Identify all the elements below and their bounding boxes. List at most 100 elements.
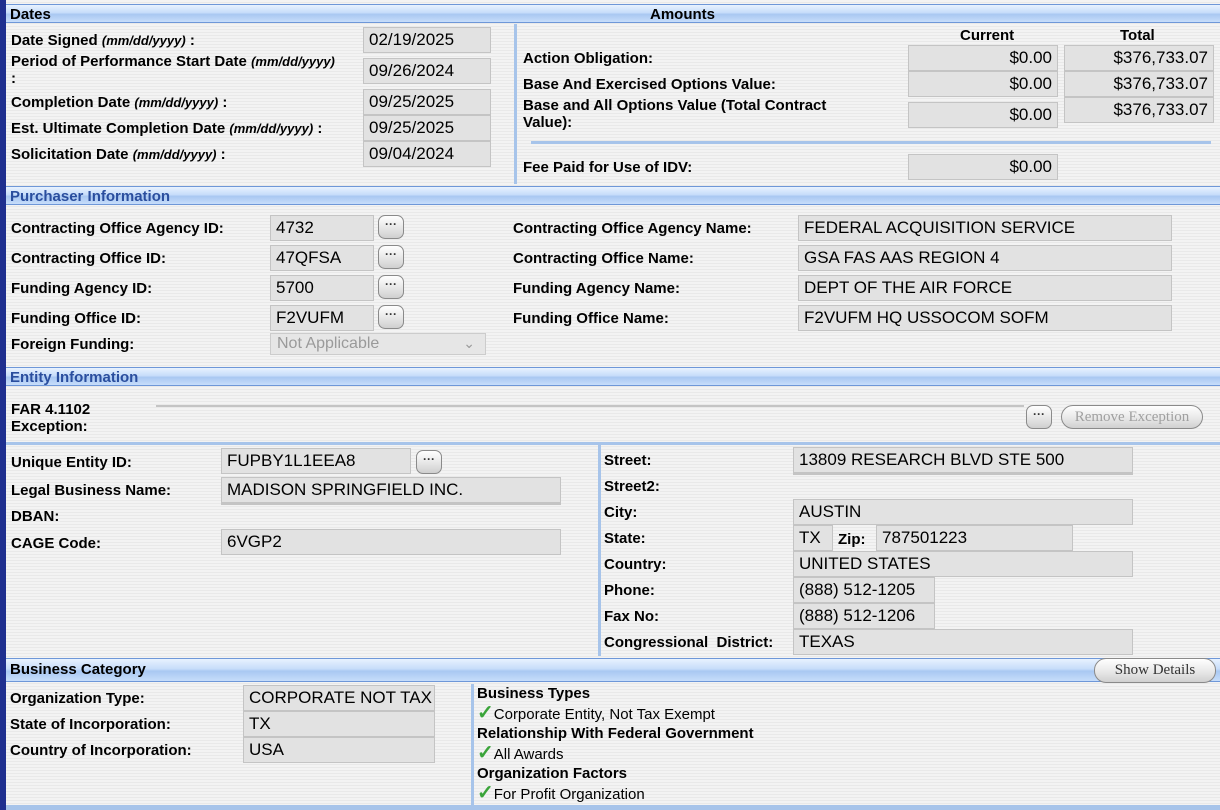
far-exception-field[interactable] [156, 405, 1024, 407]
agency-id-field[interactable]: 4732 [270, 215, 374, 241]
entity-divider [598, 444, 601, 656]
zip-label: Zip: [838, 531, 866, 548]
pop-start-suffix: : [11, 70, 16, 87]
pop-start-field[interactable]: 09/26/2024 [363, 58, 491, 84]
uei-lookup-button[interactable]: ··· [416, 450, 442, 474]
action-obligation-total[interactable]: $376,733.07 [1064, 45, 1214, 71]
state-inc-field[interactable]: TX [243, 711, 435, 737]
contract-form: Dates Amounts Date Signed (mm/dd/yyyy) :… [0, 0, 1220, 810]
funding-office-id-field[interactable]: F2VUFM [270, 305, 374, 331]
relationship-title: Relationship With Federal Government [477, 725, 754, 742]
remove-exception-button[interactable]: Remove Exception [1061, 405, 1203, 429]
completion-field[interactable]: 09/25/2025 [363, 89, 491, 115]
solicitation-field[interactable]: 09/04/2024 [363, 141, 491, 167]
business-header: Business Category [6, 658, 1220, 682]
business-header-title: Business Category [10, 661, 146, 678]
pop-start-label: Period of Performance Start Date (mm/dd/… [11, 53, 335, 70]
est-ultimate-field[interactable]: 09/25/2025 [363, 115, 491, 141]
est-ultimate-label: Est. Ultimate Completion Date (mm/dd/yyy… [11, 120, 323, 137]
org-type-field[interactable]: CORPORATE NOT TAX EXEMPT [243, 685, 435, 711]
purchaser-header-title: Purchaser Information [10, 188, 171, 205]
far-exception-label-line2: Exception: [11, 418, 88, 435]
street2-field[interactable] [793, 473, 1133, 475]
phone-label: Phone: [604, 582, 655, 599]
relationship-item: ✓All Awards [477, 742, 564, 764]
foreign-funding-label: Foreign Funding: [11, 336, 135, 353]
legal-name-field[interactable]: MADISON SPRINGFIELD INC. [221, 477, 561, 503]
office-id-lookup-button[interactable]: ··· [378, 245, 404, 269]
uei-field[interactable]: FUPBY1L1EEA8 [221, 448, 411, 474]
chevron-down-icon: ⌄ [463, 335, 475, 351]
state-label: State: [604, 530, 646, 547]
agency-id-label: Contracting Office Agency ID: [11, 220, 224, 237]
show-details-button[interactable]: Show Details [1094, 658, 1216, 683]
action-obligation-label: Action Obligation: [523, 50, 653, 67]
agency-id-lookup-button[interactable]: ··· [378, 215, 404, 239]
state-field[interactable]: TX [793, 525, 833, 551]
base-exercised-label: Base And Exercised Options Value: [523, 76, 776, 93]
foreign-funding-value: Not Applicable [277, 335, 380, 352]
fee-paid-current[interactable]: $0.00 [908, 154, 1058, 180]
country-field[interactable]: UNITED STATES [793, 551, 1133, 577]
phone-field[interactable]: (888) 512-1205 [793, 577, 935, 603]
dates-amounts-header: Dates Amounts [6, 4, 1220, 23]
entity-separator [6, 442, 1220, 445]
bottom-border [6, 805, 1220, 810]
far-exception-lookup-button[interactable]: ··· [1026, 405, 1052, 429]
entity-header: Entity Information [6, 367, 1220, 386]
funding-agency-name-field[interactable]: DEPT OF THE AIR FORCE [798, 275, 1172, 301]
funding-office-name-field[interactable]: F2VUFM HQ USSOCOM SOFM [798, 305, 1172, 331]
funding-agency-id-lookup-button[interactable]: ··· [378, 275, 404, 299]
city-field[interactable]: AUSTIN [793, 499, 1133, 525]
base-exercised-current[interactable]: $0.00 [908, 71, 1058, 97]
fax-label: Fax No: [604, 608, 660, 625]
dates-amounts-divider [514, 24, 517, 184]
funding-agency-id-field[interactable]: 5700 [270, 275, 374, 301]
funding-office-id-label: Funding Office ID: [11, 310, 141, 327]
org-factors-title: Organization Factors [477, 765, 628, 782]
current-column-header: Current [960, 27, 1015, 44]
org-type-label: Organization Type: [10, 690, 145, 707]
district-label: Congressional District: [604, 634, 774, 651]
district-field[interactable]: TEXAS [793, 629, 1133, 655]
far-exception-label-line1: FAR 4.1102 [11, 401, 91, 418]
base-exercised-total[interactable]: $376,733.07 [1064, 71, 1214, 97]
action-obligation-current[interactable]: $0.00 [908, 45, 1058, 71]
city-label: City: [604, 504, 638, 521]
zip-field[interactable]: 787501223 [876, 525, 1073, 551]
office-id-field[interactable]: 47QFSA [270, 245, 374, 271]
dban-field[interactable] [221, 503, 561, 505]
check-icon: ✓ [477, 742, 494, 764]
office-name-field[interactable]: GSA FAS AAS REGION 4 [798, 245, 1172, 271]
agency-name-label: Contracting Office Agency Name: [513, 220, 752, 237]
foreign-funding-select[interactable]: Not Applicable ⌄ [270, 333, 486, 355]
completion-label: Completion Date (mm/dd/yyyy) : [11, 94, 228, 111]
entity-header-title: Entity Information [10, 369, 139, 386]
street-field[interactable]: 13809 RESEARCH BLVD STE 500 [793, 447, 1133, 473]
purchaser-header: Purchaser Information [6, 186, 1220, 205]
business-divider [471, 684, 474, 806]
total-column-header: Total [1120, 27, 1155, 44]
legal-name-label: Legal Business Name: [11, 482, 172, 499]
country-inc-label: Country of Incorporation: [10, 742, 192, 759]
funding-agency-name-label: Funding Agency Name: [513, 280, 680, 297]
base-all-label-line2: Value): [523, 114, 573, 131]
street2-label: Street2: [604, 478, 660, 495]
cage-field[interactable]: 6VGP2 [221, 529, 561, 555]
cage-label: CAGE Code: [11, 535, 101, 552]
agency-name-field[interactable]: FEDERAL ACQUISITION SERVICE [798, 215, 1172, 241]
funding-office-id-lookup-button[interactable]: ··· [378, 305, 404, 329]
amounts-separator [531, 141, 1211, 144]
uei-label: Unique Entity ID: [11, 454, 132, 471]
street-label: Street: [604, 452, 652, 469]
business-types-item: ✓Corporate Entity, Not Tax Exempt [477, 702, 715, 724]
base-all-total[interactable]: $376,733.07 [1064, 97, 1214, 123]
country-inc-field[interactable]: USA [243, 737, 435, 763]
base-all-label-line1: Base and All Options Value (Total Contra… [523, 97, 827, 114]
solicitation-label: Solicitation Date (mm/dd/yyyy) : [11, 146, 226, 163]
fax-field[interactable]: (888) 512-1206 [793, 603, 935, 629]
date-signed-field[interactable]: 02/19/2025 [363, 27, 491, 53]
base-all-current[interactable]: $0.00 [908, 102, 1058, 128]
funding-agency-id-label: Funding Agency ID: [11, 280, 153, 297]
business-types-title: Business Types [477, 685, 591, 702]
